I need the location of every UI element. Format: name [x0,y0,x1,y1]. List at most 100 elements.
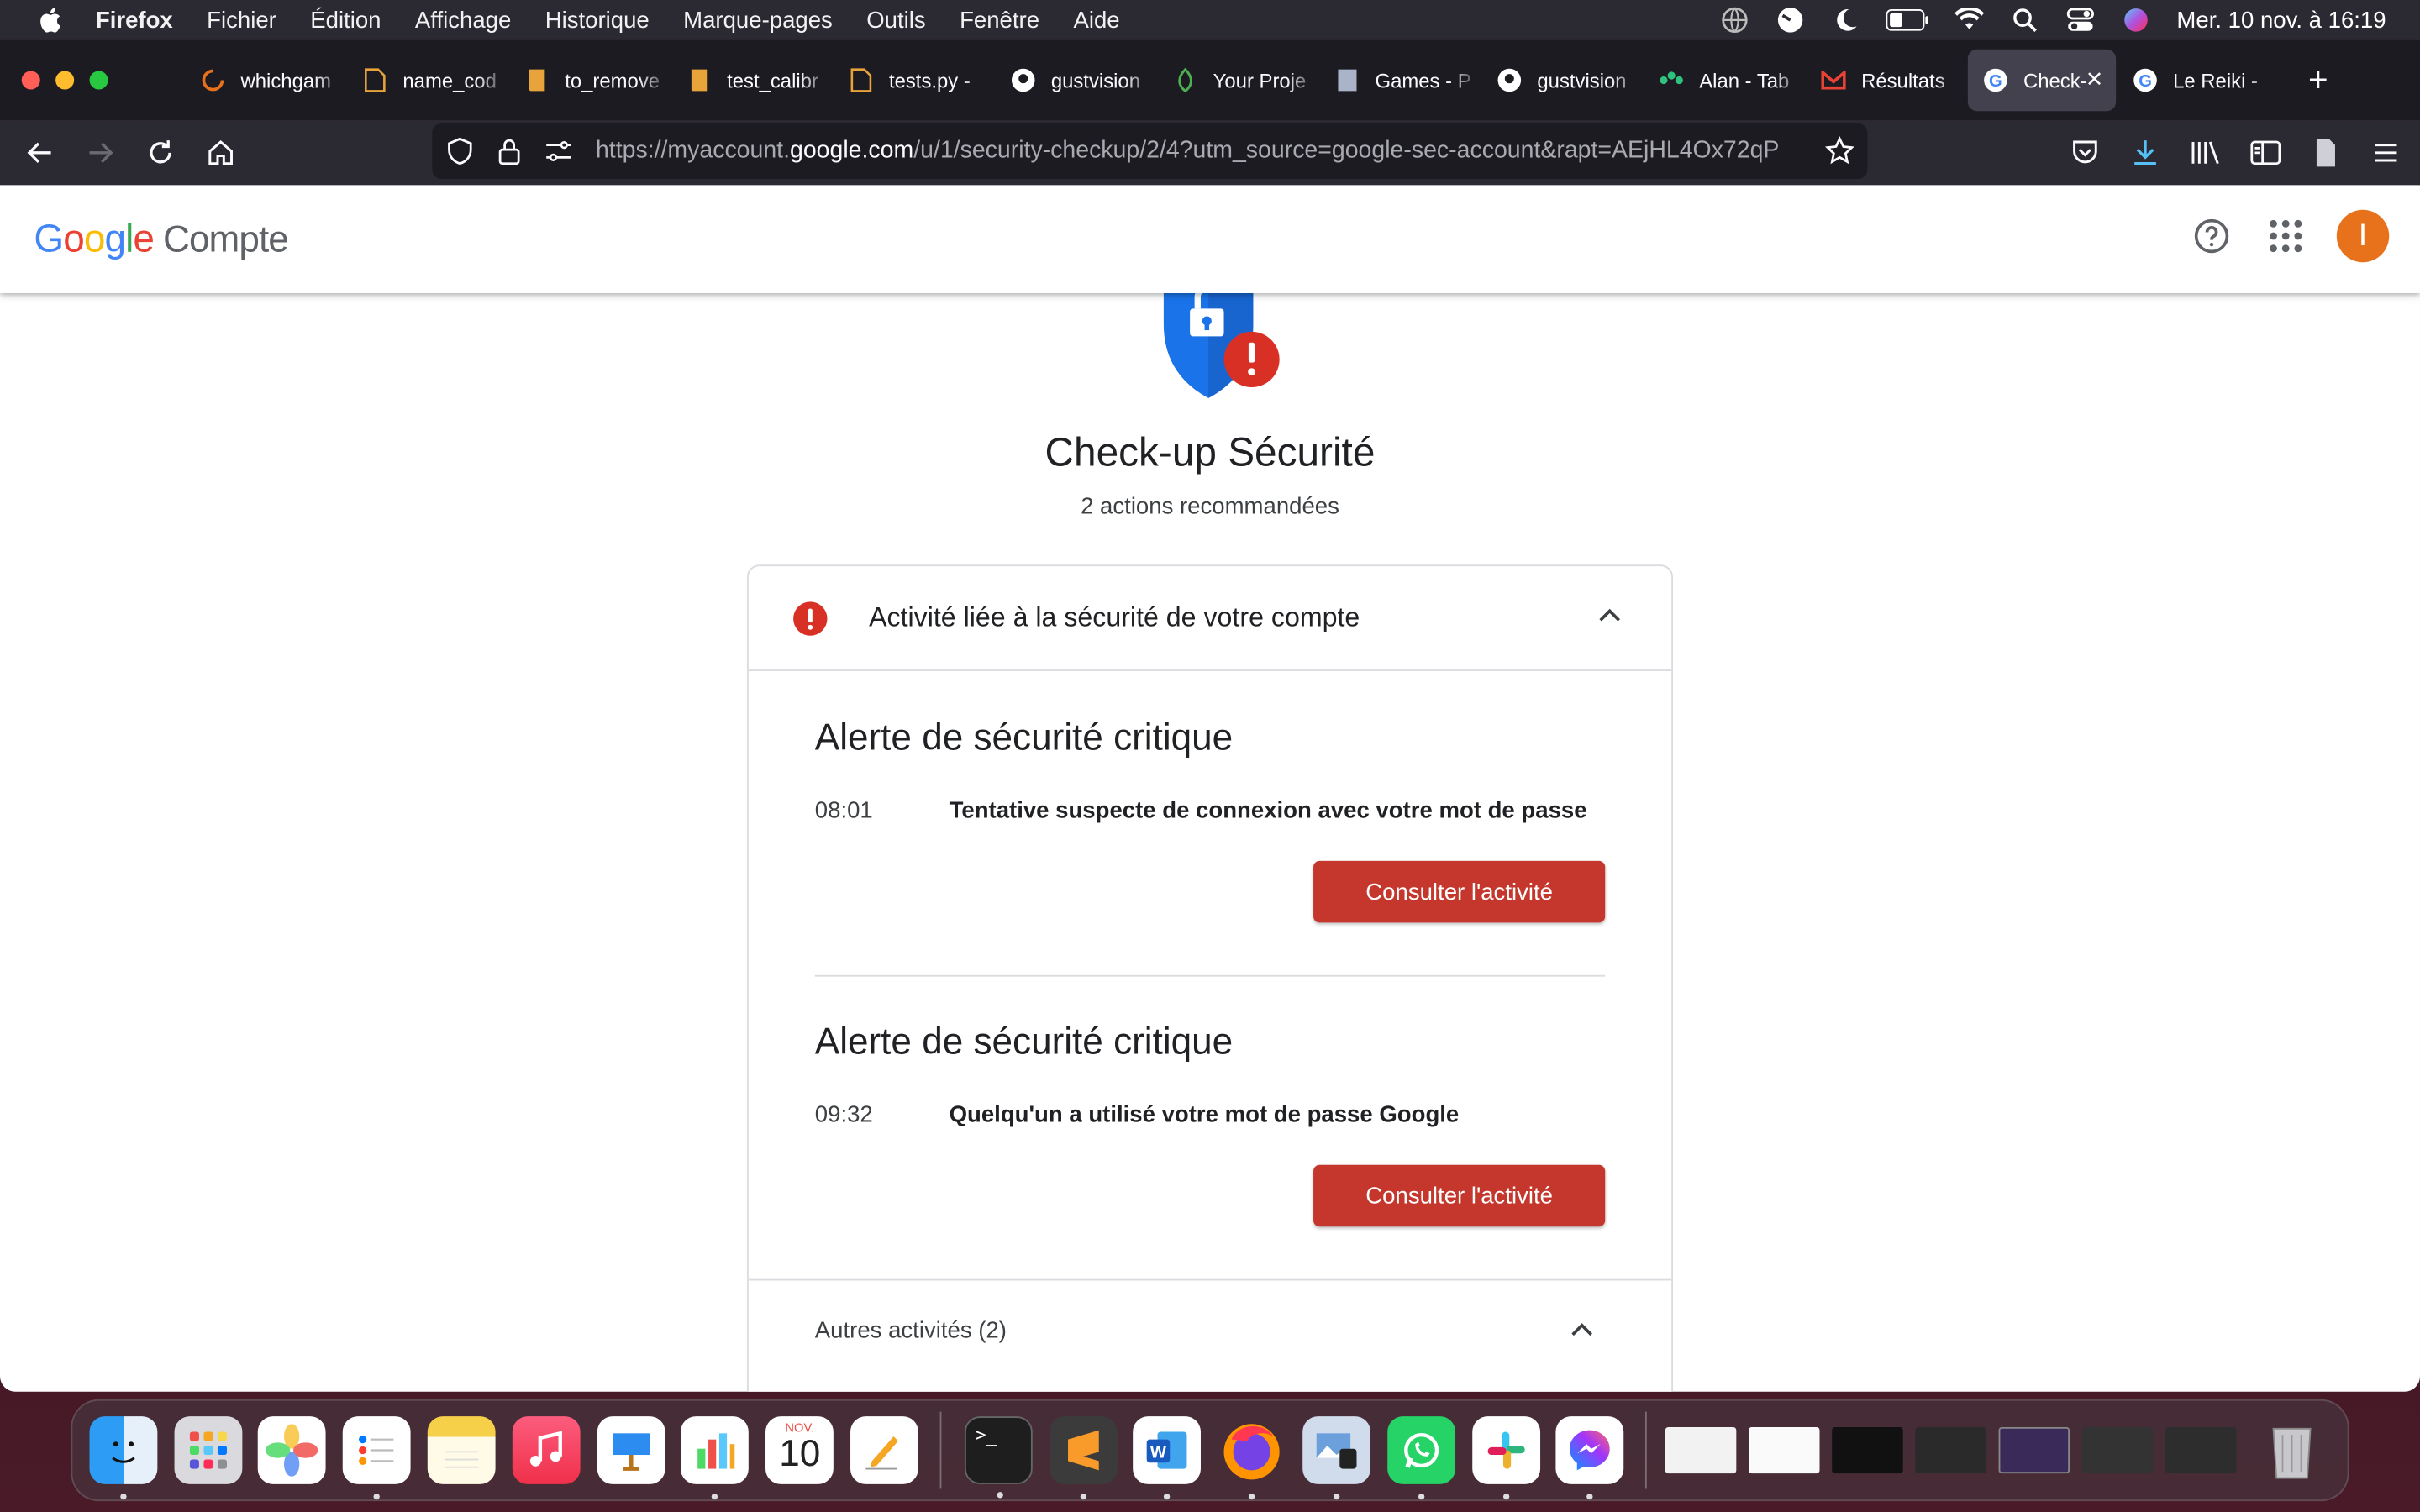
music-icon[interactable] [512,1416,581,1484]
keynote-icon[interactable] [597,1416,665,1484]
chevron-up-icon[interactable] [1566,1315,1597,1346]
url-path: /u/1/security-checkup/2/4?utm_source=goo… [913,137,1780,164]
menu-historique[interactable]: Historique [545,7,650,33]
tab-label: gustvision [1050,68,1140,92]
reminders-icon[interactable] [343,1416,411,1500]
alert-description: Quelqu'un a utilisé votre mot de passe G… [949,1101,1460,1128]
browser-tab[interactable]: Games - P [1319,50,1480,111]
back-icon[interactable] [18,131,61,174]
sidebar-icon[interactable] [2247,134,2284,171]
menu-marque-pages[interactable]: Marque-pages [683,7,833,33]
google-apps-grid-icon[interactable] [2260,210,2312,262]
vpn-globe-icon[interactable] [1720,7,1751,34]
finder-icon[interactable] [89,1416,157,1500]
minimized-window-thumbnail[interactable] [2165,1426,2238,1474]
bookmark-star-icon[interactable] [1824,136,1855,167]
trash-icon[interactable] [2259,1416,2327,1484]
other-activities-section[interactable]: Autres activités (2) [748,1278,1672,1390]
terminal-icon[interactable]: >_ [964,1416,1033,1499]
siri-icon[interactable] [2121,8,2152,32]
card-header[interactable]: Activité liée à la sécurité de votre com… [748,566,1672,671]
firefox-icon[interactable] [1218,1416,1286,1500]
lock-icon[interactable] [494,136,525,167]
browser-tab[interactable]: Résultats [1806,50,1966,111]
browser-tab[interactable]: to_remove [509,50,670,111]
minimized-window-thumbnail[interactable] [1665,1426,1737,1474]
browser-tab[interactable]: Alan - Tab [1644,50,1804,111]
minimized-window-thumbnail[interactable] [1749,1426,1821,1474]
browser-tab[interactable]: tests.py - [834,50,994,111]
library-icon[interactable] [2187,134,2224,171]
menu-firefox[interactable]: Firefox [96,7,173,33]
url-text[interactable]: https://myaccount.google.com/u/1/securit… [596,137,1830,165]
tab-label: tests.py - [888,68,971,92]
calendar-icon[interactable]: NOV. 10 [765,1416,834,1484]
pocket-icon[interactable] [2066,134,2103,171]
minimized-window-thumbnail[interactable] [1916,1426,1987,1474]
menu-edition[interactable]: Édition [310,7,381,33]
reload-icon[interactable] [139,131,182,174]
svg-text:G: G [2139,72,2152,91]
whatsapp-icon[interactable] [1386,1416,1455,1500]
permissions-icon[interactable] [544,136,575,167]
spotlight-search-icon[interactable] [2010,8,2041,33]
tab-label: Your Proje [1213,68,1307,92]
review-activity-button[interactable]: Consulter l'activité [1313,1164,1606,1227]
menu-aide[interactable]: Aide [1073,7,1119,33]
speed-gauge-icon[interactable] [1776,8,1807,33]
close-window-button[interactable] [21,71,40,90]
launchpad-icon[interactable] [173,1416,242,1484]
forward-icon[interactable] [79,131,122,174]
chevron-up-icon[interactable] [1594,600,1625,631]
browser-tab[interactable]: G Le Reiki - [2118,50,2278,111]
messenger-icon[interactable] [1556,1416,1624,1500]
menubar-clock[interactable]: Mer. 10 nov. à 16:19 [2176,7,2386,33]
word-icon[interactable]: W [1133,1416,1202,1500]
minimized-window-thumbnail[interactable] [2082,1426,2154,1474]
help-icon[interactable] [2186,210,2238,262]
google-compte-logo[interactable]: Google Compte [34,217,288,261]
home-icon[interactable] [199,131,242,174]
browser-tab[interactable]: G Check- ✕ [1967,49,2117,112]
close-tab-icon[interactable]: ✕ [2086,66,2104,92]
google-account-header: Google Compte I [0,185,2420,293]
menu-affichage[interactable]: Affichage [415,7,511,33]
tracking-protection-shield-icon[interactable] [445,136,476,167]
downloads-icon[interactable] [2127,134,2164,171]
review-activity-button[interactable]: Consulter l'activité [1313,860,1606,923]
hamburger-menu-icon[interactable] [2368,134,2405,171]
browser-tab[interactable]: whichgam [185,50,345,111]
battery-icon[interactable] [1886,8,1929,32]
numbers-icon[interactable] [681,1416,750,1500]
zoom-window-button[interactable] [89,71,108,90]
minimize-window-button[interactable] [55,71,75,90]
wifi-icon[interactable] [1954,8,1986,32]
browser-tab[interactable]: Your Proje [1158,50,1318,111]
notes-icon[interactable] [427,1416,496,1484]
menu-outils[interactable]: Outils [866,7,925,33]
photos-icon[interactable] [258,1416,327,1484]
url-bar[interactable]: https://myaccount.google.com/u/1/securit… [432,123,1868,180]
control-center-icon[interactable] [2065,8,2096,32]
slack-icon[interactable] [1471,1416,1540,1500]
menu-fenetre[interactable]: Fenêtre [960,7,1039,33]
url-prefix: https://myaccount. [595,137,791,164]
browser-tab[interactable]: gustvision [1481,50,1642,111]
browser-tab[interactable]: test_calibr [671,50,832,111]
menu-fichier[interactable]: Fichier [207,7,276,33]
divider [814,974,1606,977]
do-not-disturb-moon-icon[interactable] [1831,8,1862,32]
minimized-window-thumbnail[interactable] [1999,1426,2070,1474]
new-tab-button[interactable]: + [2295,60,2341,101]
apple-icon[interactable] [37,6,61,34]
account-avatar[interactable]: I [2336,209,2390,263]
minimized-window-thumbnail[interactable] [1832,1426,1904,1474]
loading-icon [201,68,225,92]
preview-icon[interactable] [1302,1416,1370,1500]
pages-icon[interactable] [850,1416,918,1484]
browser-tab[interactable]: name_cod [347,50,508,111]
file-icon [849,68,873,92]
browser-tab[interactable]: gustvision [996,50,1156,111]
sublime-text-icon[interactable] [1049,1416,1117,1500]
reader-page-icon[interactable] [2307,134,2344,171]
